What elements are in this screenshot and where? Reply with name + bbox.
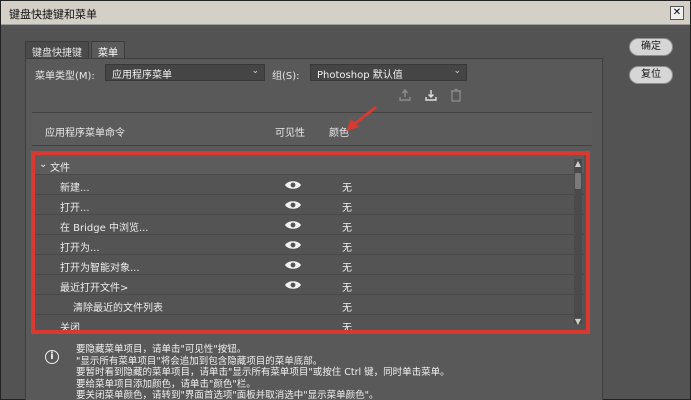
- table-row[interactable]: 最近打开文件> 无: [35, 275, 584, 295]
- info-line: 要关闭菜单颜色，请转到"界面首选项"面板并取消选中"显示菜单颜色"。: [76, 390, 379, 400]
- column-header-command: 应用程序菜单命令: [45, 128, 125, 139]
- chevron-down-icon: ⌄: [251, 66, 259, 76]
- table-row[interactable]: 清除最近的文件列表 无: [35, 295, 584, 315]
- tab-keyboard-shortcuts[interactable]: 键盘快捷键: [25, 41, 89, 59]
- menu-type-select[interactable]: 应用程序菜单 ⌄: [105, 64, 265, 81]
- visibility-eye-icon[interactable]: [284, 198, 302, 212]
- group-row-file[interactable]: ⌄ 文件: [35, 155, 584, 175]
- table-header: 应用程序菜单命令 可见性 颜色: [32, 112, 592, 146]
- info-text: 要隐藏菜单项目，请单击"可见性"按钮。 "显示所有菜单项目"将会追加到包含隐藏项…: [76, 344, 450, 400]
- menu-color-value[interactable]: 无: [342, 259, 352, 274]
- menu-type-value: 应用程序菜单: [112, 70, 172, 81]
- visibility-eye-icon[interactable]: [284, 178, 302, 192]
- visibility-eye-icon[interactable]: [284, 278, 302, 292]
- scroll-down-icon[interactable]: ▼: [575, 317, 581, 326]
- menu-type-label: 菜单类型(M):: [35, 71, 95, 82]
- set-value: Photoshop 默认值: [317, 70, 403, 81]
- menu-command-label: 最近打开文件>: [60, 283, 129, 294]
- menu-command-label: 打开为...: [60, 243, 100, 254]
- chevron-down-icon: ⌄: [453, 66, 461, 76]
- table-row[interactable]: 打开为智能对象... 无: [35, 255, 584, 275]
- column-header-visibility: 可见性: [275, 128, 305, 139]
- group-label: 文件: [50, 163, 70, 174]
- table-row[interactable]: 关闭 无: [35, 315, 584, 334]
- info-line: 要暂时看到隐藏的菜单项目，请单击"显示所有菜单项目"或按住 Ctrl 键，同时单…: [76, 367, 450, 379]
- table-row[interactable]: 新建... 无: [35, 175, 584, 195]
- close-icon[interactable]: ✕: [670, 6, 684, 20]
- menu-color-value[interactable]: 无: [342, 179, 352, 194]
- menu-color-value[interactable]: 无: [342, 299, 352, 314]
- menu-color-value[interactable]: 无: [342, 239, 352, 254]
- reset-button[interactable]: 复位: [629, 66, 673, 84]
- menu-color-value[interactable]: 无: [342, 319, 352, 330]
- scroll-up-icon[interactable]: ▲: [575, 159, 581, 168]
- tab-menus[interactable]: 菜单: [91, 41, 125, 59]
- menu-command-label: 打开为智能对象...: [60, 263, 140, 274]
- tab-bar: 键盘快捷键 菜单: [25, 41, 125, 59]
- title-bar: 键盘快捷键和菜单 ✕: [1, 1, 690, 25]
- menu-command-label: 新建...: [60, 183, 90, 194]
- menu-command-label: 在 Bridge 中浏览...: [60, 223, 149, 234]
- set-label: 组(S):: [272, 71, 300, 82]
- info-line: 要隐藏菜单项目，请单击"可见性"按钮。: [76, 344, 247, 355]
- chevron-down-icon[interactable]: ⌄: [39, 159, 47, 170]
- red-arrow-annotation-icon: [346, 105, 377, 131]
- info-icon: i: [45, 350, 59, 364]
- menu-color-value[interactable]: 无: [342, 199, 352, 214]
- menu-color-value[interactable]: 无: [342, 279, 352, 294]
- set-select[interactable]: Photoshop 默认值 ⌄: [310, 64, 467, 81]
- menu-command-label: 打开...: [60, 203, 90, 214]
- save-set-as-icon[interactable]: [422, 88, 440, 104]
- scrollbar-thumb[interactable]: [575, 173, 581, 189]
- visibility-eye-icon[interactable]: [284, 218, 302, 232]
- visibility-eye-icon[interactable]: [284, 258, 302, 272]
- ok-button[interactable]: 确定: [629, 38, 673, 56]
- menu-color-value[interactable]: 无: [342, 219, 352, 234]
- save-set-icon[interactable]: [396, 88, 414, 104]
- visibility-eye-icon[interactable]: [284, 238, 302, 252]
- shortcuts-menus-dialog: 键盘快捷键和菜单 ✕ 键盘快捷键 菜单 菜单类型(M): 应用程序菜单 ⌄ 组(…: [0, 0, 691, 400]
- table-row[interactable]: 在 Bridge 中浏览... 无: [35, 215, 584, 235]
- menu-commands-table: ⌄ 文件 新建... 无打开... 无在 Bridge 中浏览... 无打开为... 无…: [31, 151, 590, 334]
- table-row[interactable]: 打开... 无: [35, 195, 584, 215]
- delete-set-icon[interactable]: [447, 88, 465, 104]
- table-row[interactable]: 打开为... 无: [35, 235, 584, 255]
- info-line: "显示所有菜单项目"将会追加到包含隐藏项目的菜单底部。: [76, 355, 323, 367]
- info-area: i 要隐藏菜单项目，请单击"可见性"按钮。 "显示所有菜单项目"将会追加到包含隐…: [32, 343, 592, 400]
- info-line: 要给菜单项目添加颜色，请单击"颜色"栏。: [76, 378, 256, 390]
- dialog-title: 键盘快捷键和菜单: [9, 8, 97, 21]
- menu-command-label: 关闭: [60, 323, 80, 334]
- menu-command-label: 清除最近的文件列表: [73, 303, 163, 314]
